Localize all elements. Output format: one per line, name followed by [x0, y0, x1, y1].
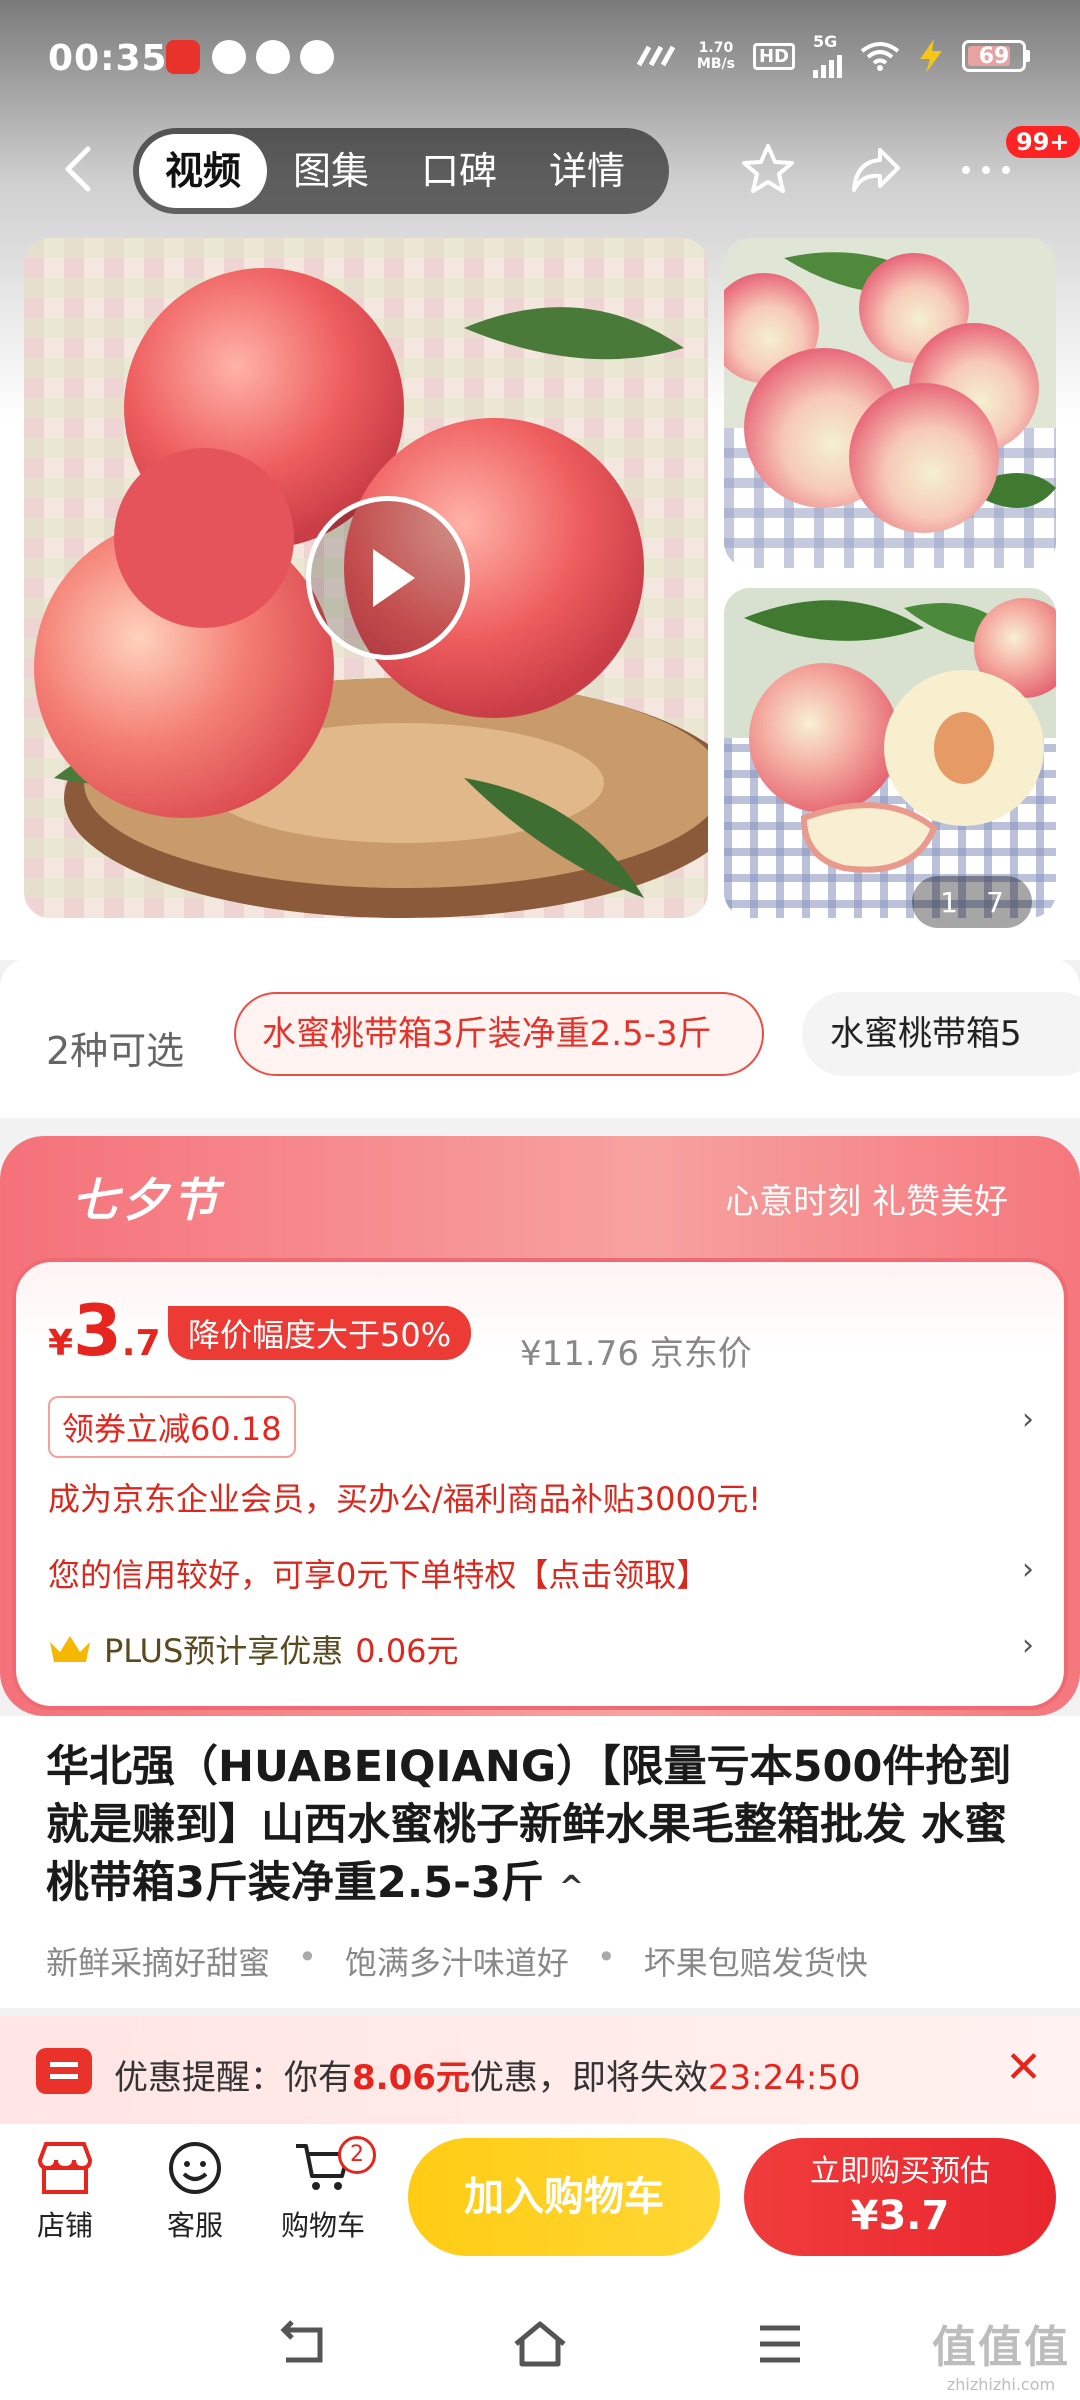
share-icon[interactable] [846, 140, 906, 200]
reminder-icon [36, 2048, 92, 2094]
cart-count-badge: 2 [338, 2136, 376, 2174]
chevron-right-icon[interactable]: › [1022, 1628, 1034, 1663]
notification-app-icon [300, 40, 334, 74]
close-icon[interactable]: ✕ [1005, 2042, 1042, 2093]
price-drop-tag: 降价幅度大于50% [168, 1306, 472, 1360]
feature-item: 坏果包赔发货快 [643, 1944, 868, 1982]
shop-icon [37, 2142, 93, 2194]
notification-app-icon [256, 40, 290, 74]
system-menu-icon[interactable] [750, 2316, 810, 2372]
chevron-right-icon[interactable]: › [1022, 1402, 1034, 1437]
plus-discount-row[interactable]: PLUS预计享优惠 0.06元 [48, 1626, 459, 1672]
tab-details[interactable]: 详情 [523, 134, 651, 208]
variant-option-selected[interactable]: 水蜜桃带箱3斤装净重2.5-3斤 [234, 992, 764, 1076]
system-navigation-bar: 值值值 zhizhizhi.com [0, 2292, 1080, 2400]
festival-slogan: 心意时刻 礼赞美好 [725, 1182, 1008, 1222]
site-watermark: 值值值 zhizhizhi.com [932, 2322, 1070, 2394]
network-speed: 1.70 MB/s [696, 40, 735, 72]
system-home-icon[interactable] [510, 2316, 570, 2372]
product-title: 华北强（HUABEIQIANG）【限量亏本500件抢到就是赚到】山西水蜜桃子新鲜… [46, 1742, 1012, 1908]
coupon-badge[interactable]: 领券立减60.18 [48, 1396, 296, 1458]
buy-now-button[interactable]: 立即购买预估 ¥3.7 [744, 2138, 1056, 2256]
wifi-icon [860, 42, 900, 71]
status-bar: 00:35 1.70 MB/s HD 5G 69 [0, 0, 1080, 120]
collapse-icon[interactable]: ^ [559, 1870, 584, 1905]
hd-badge: HD [752, 42, 795, 70]
feature-list: 新鲜采摘好甜蜜 • 饱满多汁味道好 • 坏果包赔发货快 [46, 1938, 868, 1982]
notification-app-icon [166, 40, 200, 74]
tab-reviews[interactable]: 口碑 [395, 134, 523, 208]
product-image-thumbnail[interactable] [724, 588, 1056, 918]
discount-reminder-bar[interactable]: 优惠提醒：你有8.06元优惠，即将失效23:24:50 ✕ [0, 2016, 1080, 2124]
variant-count-label: 2种可选 [46, 1029, 185, 1073]
gallery-counter: 17 [912, 876, 1032, 928]
product-video-thumbnail[interactable] [24, 238, 708, 918]
system-back-icon[interactable] [272, 2316, 332, 2372]
credit-offer[interactable]: 您的信用较好，可享0元下单特权【点击领取】 [48, 1550, 708, 1596]
shop-button[interactable]: 店铺 [10, 2140, 120, 2244]
media-tab-bar: 视频 图集 口碑 详情 [133, 128, 669, 214]
add-to-cart-button[interactable]: 加入购物车 [408, 2138, 720, 2256]
enterprise-member-offer[interactable]: 成为京东企业会员，买办公/福利商品补贴3000元! [48, 1474, 761, 1520]
signal-indicator: 5G [813, 34, 842, 78]
feature-item: 新鲜采摘好甜蜜 [46, 1944, 271, 1982]
tab-gallery[interactable]: 图集 [267, 134, 395, 208]
nfc-icon [636, 45, 676, 67]
back-arrow-icon[interactable] [56, 145, 104, 193]
jd-reference-price: ¥11.76 京东价 [520, 1334, 752, 1374]
customer-service-button[interactable]: 客服 [140, 2140, 250, 2244]
variant-option[interactable]: 水蜜桃带箱5 [802, 992, 1080, 1076]
crown-icon [50, 1636, 90, 1662]
message-count-badge: 99+ [1006, 126, 1080, 158]
play-icon [373, 549, 415, 607]
tab-video[interactable]: 视频 [139, 134, 268, 208]
countdown-timer: 23:24:50 [707, 2058, 861, 2098]
status-time: 00:35 [48, 38, 168, 79]
feature-item: 饱满多汁味道好 [344, 1944, 569, 1982]
chevron-right-icon[interactable]: › [1022, 1552, 1034, 1587]
favorite-star-icon[interactable] [738, 140, 798, 200]
battery-indicator: 69 [962, 40, 1030, 72]
product-image-thumbnail[interactable] [724, 238, 1056, 568]
notification-app-icon [212, 40, 246, 74]
current-price: ¥3.7 [48, 1290, 161, 1372]
chat-smile-icon [169, 2142, 221, 2194]
reminder-text: 优惠提醒：你有8.06元优惠，即将失效23:24:50 [114, 2058, 861, 2098]
charging-bolt-icon [920, 39, 942, 73]
festival-title: 七夕节 [72, 1173, 222, 1227]
play-video-button[interactable] [306, 496, 470, 660]
